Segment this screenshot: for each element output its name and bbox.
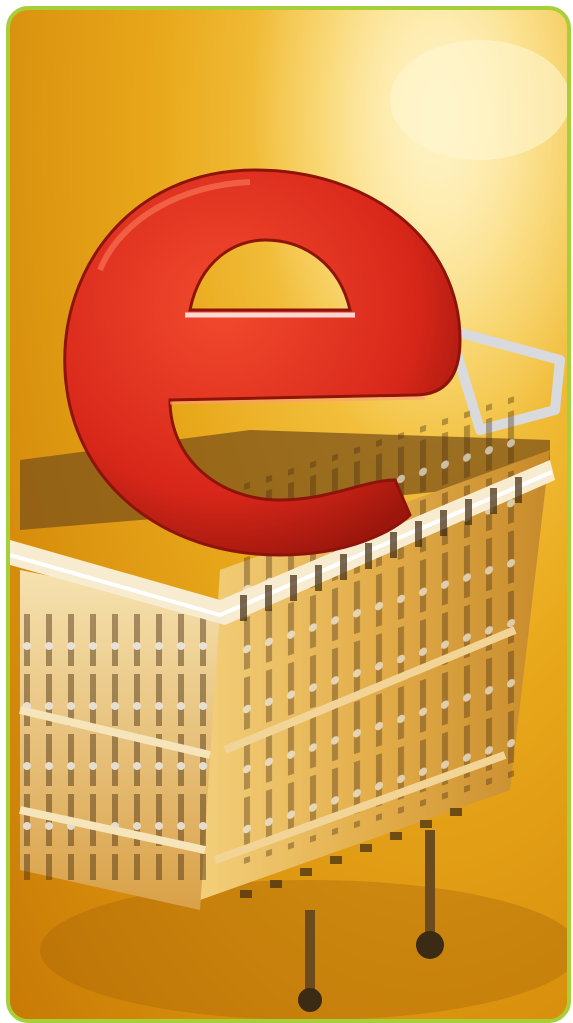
ecommerce-cart-photo <box>10 10 567 1019</box>
photo-frame <box>6 6 571 1023</box>
light-spot <box>390 40 567 160</box>
